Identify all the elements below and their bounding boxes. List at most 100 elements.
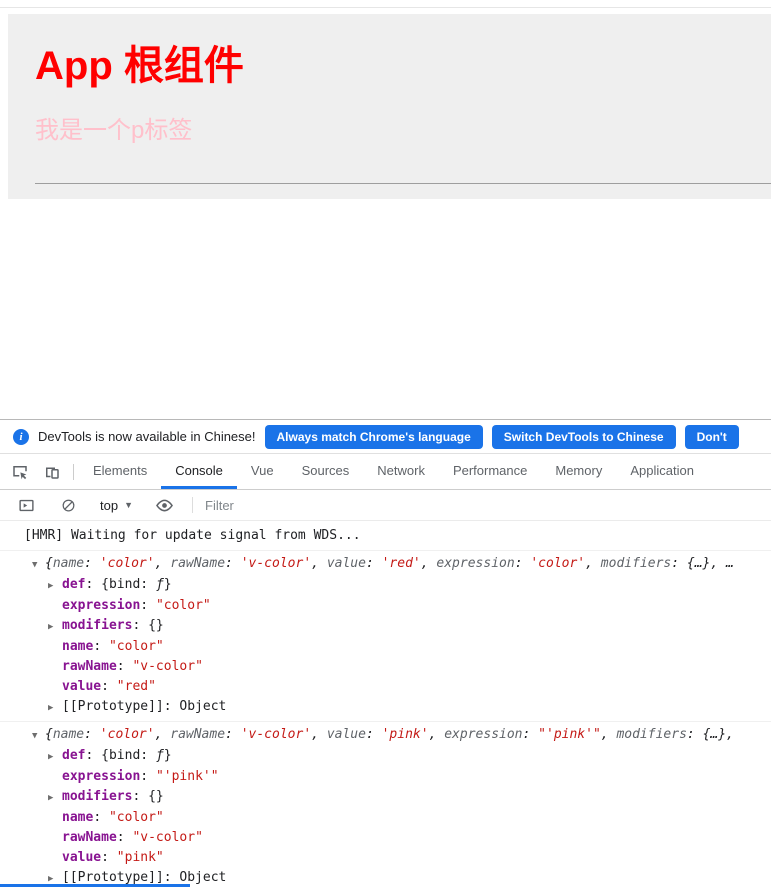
inspect-element-icon[interactable] [4,454,36,489]
collapse-arrow-icon[interactable]: ▼ [32,726,45,746]
preview-punct: , … [710,556,734,571]
info-icon: i [13,428,29,445]
object-preview-row: ▼ {name: 'color', rawName: 'v-color', val… [0,554,771,575]
preview-punct: : [686,727,703,742]
expand-arrow-icon[interactable]: ▶ [48,747,62,767]
preview-punct: , [726,727,734,742]
preview-punct: { [45,556,53,571]
tab-network[interactable]: Network [363,454,439,489]
preview-punct: , [154,556,171,571]
preview-string: 'color' [99,556,155,571]
expand-arrow-icon[interactable]: ▶ [48,617,62,637]
page-top-rule [0,7,771,8]
hmr-log-message: [HMR] Waiting for update signal from WDS… [0,521,771,551]
console-sidebar-icon[interactable] [10,497,43,514]
devtools-tabs: Elements Console Vue Sources Network Performa… [79,454,708,489]
property-key: def [62,577,86,592]
property-value: Object [179,699,227,714]
preview-key: value [326,727,366,742]
property-key: [[Prototype]] [62,699,164,714]
property-key: rawName [62,830,117,845]
preview-punct: , [420,556,437,571]
property-colon: : [93,639,109,654]
property-colon: : [140,769,156,784]
console-log-area: [HMR] Waiting for update signal from WDS… [0,521,771,888]
context-selector-label: top [100,497,119,513]
preview-key: modifiers [600,556,672,571]
preview-string: 'pink' [381,727,429,742]
preview-punct: : [514,556,531,571]
property-colon: : [116,659,133,674]
expand-arrow-icon[interactable]: ▶ [48,788,62,808]
preview-punct: , [600,727,617,742]
property-colon: : [163,699,180,714]
object-property-row: expression: "color" [0,596,771,616]
tab-application[interactable]: Application [616,454,708,489]
property-key: value [62,679,102,694]
preview-string: 'color' [99,727,155,742]
property-key: modifiers [62,618,133,633]
live-expression-eye-icon[interactable] [147,496,182,515]
preview-punct: , [428,727,445,742]
preview-string: "'pink'" [538,727,601,742]
console-prompt-focus-line [0,884,190,887]
preview-object: {…} [702,727,727,742]
expand-arrow-icon[interactable]: ▶ [48,698,62,718]
property-colon: : [163,870,180,885]
object-property-row: ▶ modifiers: {} [0,787,771,808]
tab-vue[interactable]: Vue [237,454,288,489]
tab-performance[interactable]: Performance [439,454,541,489]
always-match-language-button[interactable]: Always match Chrome's language [264,424,483,449]
property-key: rawName [62,659,117,674]
tab-console[interactable]: Console [161,454,237,489]
tab-memory[interactable]: Memory [541,454,616,489]
property-value: "'pink'" [155,769,219,784]
object-property-row: expression: "'pink'" [0,767,771,787]
collapse-arrow-icon[interactable]: ▼ [32,555,45,575]
chevron-down-icon: ▼ [124,500,133,510]
app-root-container: App 根组件 我是一个p标签 [8,14,771,199]
clear-console-icon[interactable] [53,498,84,513]
property-colon: : [101,679,117,694]
preview-key: expression [444,727,523,742]
toolbar-divider [192,497,193,513]
property-key: name [62,810,94,825]
preview-punct: , [311,556,327,571]
preview-key: rawName [170,556,226,571]
property-value: "color" [108,639,164,654]
tab-sources[interactable]: Sources [288,454,364,489]
preview-punct: : [671,556,687,571]
console-toolbar: top ▼ [0,490,771,521]
toolbar-divider [73,463,74,480]
object-preview-row: ▼ {name: 'color', rawName: 'v-color', val… [0,725,771,746]
console-context-selector[interactable]: top ▼ [100,498,133,513]
console-object-entry: ▼ {name: 'color', rawName: 'v-color', val… [0,722,771,888]
switch-devtools-chinese-button[interactable]: Switch DevTools to Chinese [491,424,676,449]
preview-object: {…} [686,556,711,571]
property-colon: : [85,577,102,592]
devtools-tab-bar: Elements Console Vue Sources Network Performa… [0,454,771,490]
property-value: {bind: ƒ} [101,577,172,592]
property-value: "v-color" [132,659,203,674]
property-value: {bind: ƒ} [101,748,172,763]
dismiss-button[interactable]: Don't [684,424,739,449]
property-key: def [62,748,86,763]
preview-string: 'v-color' [240,556,312,571]
infobar-message: DevTools is now available in Chinese! [38,429,256,444]
property-colon: : [132,789,149,804]
property-key: modifiers [62,789,133,804]
tab-elements[interactable]: Elements [79,454,161,489]
property-value: "color" [155,598,211,613]
preview-punct: : [522,727,539,742]
preview-key: expression [436,556,515,571]
console-filter-input[interactable] [203,496,387,514]
property-key: value [62,850,102,865]
property-key: expression [62,598,141,613]
object-property-row: rawName: "v-color" [0,657,771,677]
property-key: name [62,639,94,654]
object-property-row: ▶ [[Prototype]]: Object [0,697,771,718]
device-toolbar-icon[interactable] [36,454,68,489]
property-key: [[Prototype]] [62,870,164,885]
app-heading: App 根组件 [35,44,244,88]
expand-arrow-icon[interactable]: ▶ [48,576,62,596]
